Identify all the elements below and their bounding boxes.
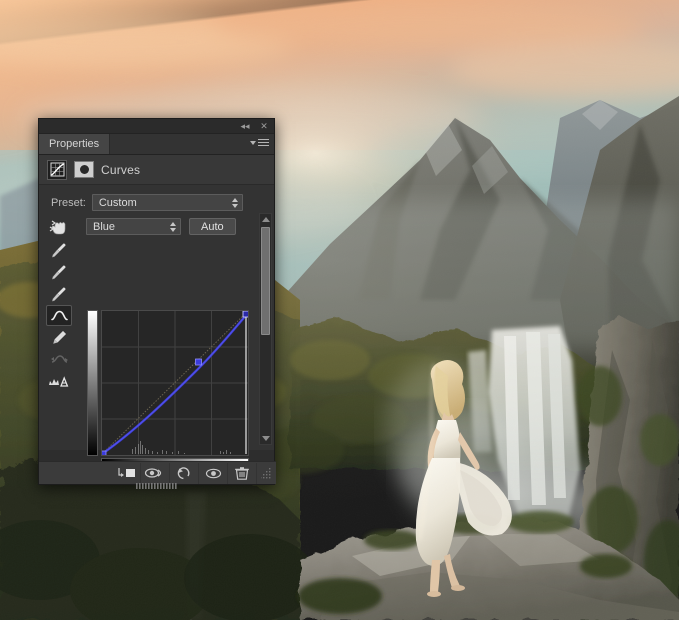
channel-value: Blue [93, 221, 115, 233]
reset-button[interactable] [170, 463, 199, 484]
preset-label: Preset: [51, 197, 86, 209]
adjustment-title: Curves [101, 163, 140, 177]
curve-grid[interactable] [101, 310, 249, 456]
toggle-visibility-button[interactable] [199, 463, 228, 484]
pencil-tool[interactable] [46, 327, 72, 348]
delete-layer-button[interactable] [228, 463, 257, 484]
mask-dot-icon [80, 165, 89, 174]
black-point-eyedropper[interactable] [46, 239, 72, 260]
layer-mask-thumbnail[interactable] [74, 161, 94, 178]
scroll-down-icon[interactable] [260, 433, 271, 444]
chevron-down-icon [250, 141, 256, 145]
curves-adjustment-icon [47, 160, 67, 180]
preset-dropdown[interactable]: Custom [92, 194, 243, 211]
adjust-by-drag-tool[interactable] [46, 217, 72, 238]
scrollbar-thumb[interactable] [261, 227, 270, 335]
properties-panel[interactable]: ◂◂ ✕ Properties Curves [38, 118, 275, 485]
close-icon[interactable]: ✕ [258, 120, 270, 132]
clip-to-layer-button[interactable] [112, 463, 141, 484]
panel-menu-icon[interactable] [250, 139, 269, 146]
channel-row: Blue Auto [39, 211, 274, 235]
channel-spinner-icon [170, 222, 176, 232]
collapse-icon[interactable]: ◂◂ [239, 120, 251, 132]
panel-resize-grip[interactable] [261, 468, 272, 479]
preset-spinner-icon [232, 198, 238, 208]
tab-properties[interactable]: Properties [39, 134, 110, 154]
adjustment-header: Curves [39, 155, 274, 185]
panel-scrollbar[interactable] [259, 213, 272, 445]
output-gradient-bar [87, 310, 98, 456]
panel-tab-row: Properties [39, 134, 274, 155]
channel-dropdown[interactable]: Blue [86, 218, 181, 235]
curves-tool-strip [45, 217, 73, 392]
curve-display-options[interactable] [46, 371, 72, 392]
hamburger-icon [258, 139, 269, 146]
view-previous-state-button[interactable] [141, 463, 170, 484]
smooth-curve-tool[interactable] [46, 349, 72, 370]
auto-button[interactable]: Auto [189, 218, 236, 235]
scroll-up-icon[interactable] [260, 214, 271, 225]
preset-row: Preset: Custom [39, 185, 274, 211]
panel-footer [39, 461, 276, 484]
white-point-eyedropper[interactable] [46, 283, 72, 304]
gray-point-eyedropper[interactable] [46, 261, 72, 282]
panel-body: Preset: Custom Blue Auto [39, 185, 274, 450]
preset-value: Custom [99, 197, 137, 209]
curve-tool[interactable] [46, 305, 72, 326]
panel-titlebar[interactable]: ◂◂ ✕ [39, 119, 274, 134]
panel-drag-handle[interactable] [136, 483, 178, 489]
